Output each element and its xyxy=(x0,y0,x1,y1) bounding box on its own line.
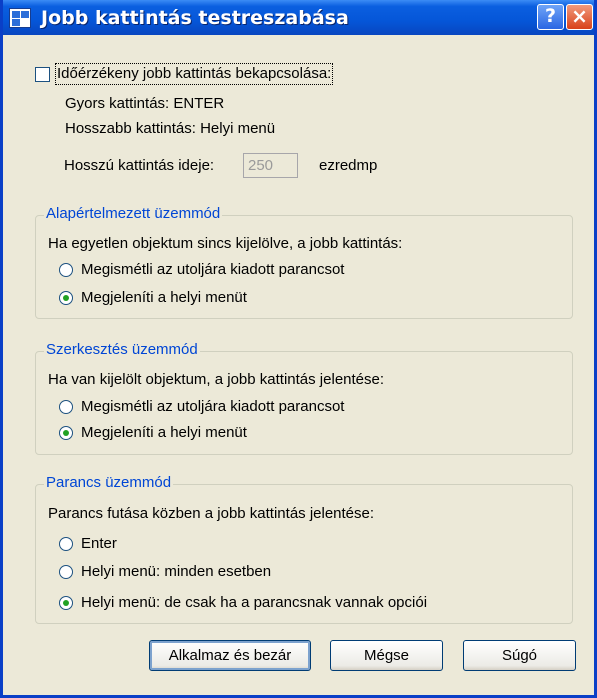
default-mode-prompt: Ha egyetlen objektum sincs kijelölve, a … xyxy=(48,235,403,252)
command-mode-option-options[interactable]: Helyi menü: de csak ha a parancsnak vann… xyxy=(81,594,427,612)
duration-input[interactable]: 250 xyxy=(243,153,298,178)
edit-mode-radio-repeat[interactable] xyxy=(59,400,73,414)
edit-mode-option-menu[interactable]: Megjeleníti a helyi menüt xyxy=(81,424,247,442)
command-mode-radio-enter[interactable] xyxy=(59,537,73,551)
radio-selected-dot xyxy=(63,295,69,301)
cancel-button[interactable]: Mégse xyxy=(330,640,443,671)
edit-mode-radio-menu[interactable] xyxy=(59,426,73,440)
dialog-window: Jobb kattintás testreszabása ? × Időérzé… xyxy=(0,0,597,698)
title-bar[interactable]: Jobb kattintás testreszabása ? × xyxy=(3,0,594,35)
radio-selected-dot xyxy=(63,600,69,606)
long-click-text: Hosszabb kattintás: Helyi menü xyxy=(65,120,276,137)
command-mode-option-always[interactable]: Helyi menü: minden esetben xyxy=(81,563,271,581)
help-title-button[interactable]: ? xyxy=(537,4,564,30)
timesensitive-checkbox[interactable] xyxy=(35,67,50,82)
command-mode-prompt: Parancs futása közben a jobb kattintás j… xyxy=(48,505,375,522)
default-mode-radio-repeat[interactable] xyxy=(59,263,73,277)
window-title: Jobb kattintás testreszabása xyxy=(41,7,349,29)
quick-click-text: Gyors kattintás: ENTER xyxy=(65,95,225,112)
app-icon xyxy=(9,8,31,28)
default-mode-radio-menu[interactable] xyxy=(59,291,73,305)
apply-close-button[interactable]: Alkalmaz és bezár xyxy=(149,640,311,671)
command-mode-radio-always[interactable] xyxy=(59,565,73,579)
timesensitive-checkbox-label[interactable]: Időérzékeny jobb kattintás bekapcsolása: xyxy=(54,63,334,85)
edit-mode-option-repeat[interactable]: Megismétli az utoljára kiadott parancsot xyxy=(81,398,344,416)
duration-label: Hosszú kattintás ideje: xyxy=(64,157,215,174)
command-mode-legend: Parancs üzemmód xyxy=(44,474,174,492)
radio-selected-dot xyxy=(63,430,69,436)
command-mode-radio-options[interactable] xyxy=(59,596,73,610)
edit-mode-prompt: Ha van kijelölt objektum, a jobb kattint… xyxy=(48,371,385,388)
edit-mode-legend: Szerkesztés üzemmód xyxy=(44,341,200,359)
close-title-button[interactable]: × xyxy=(566,4,593,30)
default-mode-option-repeat[interactable]: Megismétli az utoljára kiadott parancsot xyxy=(81,261,344,279)
duration-unit: ezredmp xyxy=(319,157,378,174)
default-mode-legend: Alapértelmezett üzemmód xyxy=(44,205,223,223)
default-mode-option-menu[interactable]: Megjeleníti a helyi menüt xyxy=(81,289,247,307)
command-mode-option-enter[interactable]: Enter xyxy=(81,535,117,553)
help-button[interactable]: Súgó xyxy=(463,640,576,671)
